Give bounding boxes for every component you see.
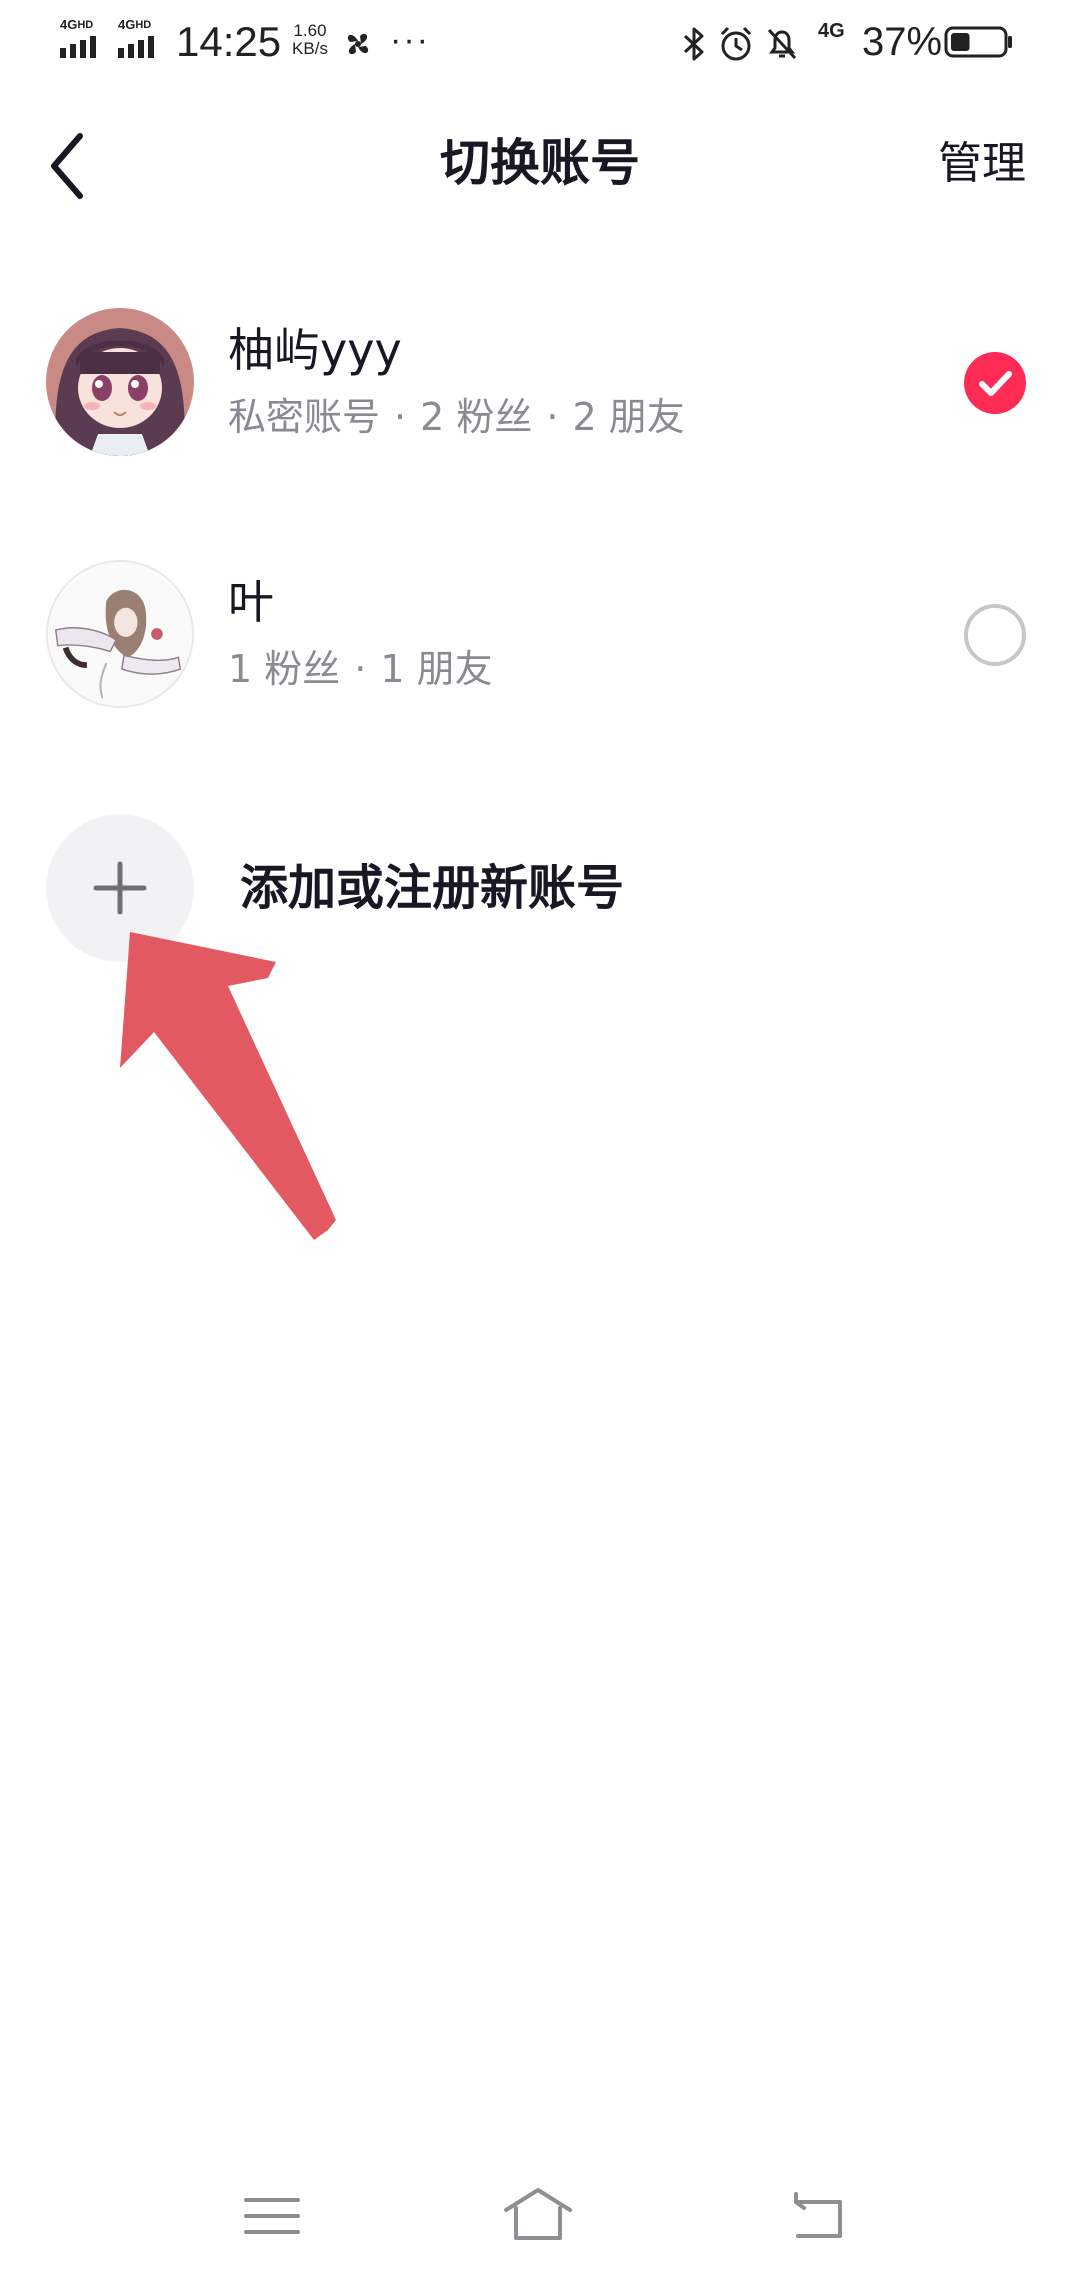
- signal-bars-icon: [60, 36, 96, 58]
- back-nav-icon[interactable]: [780, 2186, 852, 2246]
- avatar: [46, 560, 194, 708]
- account-stats: 1 粉丝 · 1 朋友: [228, 647, 493, 691]
- friends-count: 2 朋友: [572, 395, 685, 439]
- unselected-radio-icon[interactable]: [964, 604, 1026, 666]
- account-name: 柚屿yyy: [228, 323, 402, 377]
- signal-strength-sim2: 4GHD: [118, 18, 168, 60]
- followers-count: 2 粉丝: [420, 395, 533, 439]
- clock: 14:25: [176, 18, 282, 65]
- signal-strength-sim1: 4GHD: [60, 18, 110, 60]
- add-account-label: 添加或注册新账号: [240, 860, 625, 916]
- friends-count: 1 朋友: [380, 647, 493, 691]
- account-item-1[interactable]: 叶 1 粉丝 · 1 朋友: [0, 534, 1080, 734]
- alarm-icon: [720, 26, 752, 61]
- account-name: 叶: [228, 575, 274, 629]
- page-title: 切换账号: [440, 134, 640, 192]
- cellular-data-indicator: 4G: [818, 20, 845, 42]
- switch-account-screen: 4GHD 4GHD 14:25 1.60 KB/s ··· 4G 37% 切换账…: [0, 0, 1080, 2280]
- system-navigation-bar: [0, 2160, 1080, 2280]
- menu-icon[interactable]: [236, 2186, 308, 2246]
- status-bar: 4GHD 4GHD 14:25 1.60 KB/s ··· 4G 37%: [0, 0, 1080, 86]
- privacy-label: 私密账号: [228, 395, 381, 439]
- account-item-0[interactable]: 柚屿yyy 私密账号 · 2 粉丝 · 2 朋友: [0, 282, 1080, 482]
- selected-check-icon[interactable]: [964, 352, 1026, 414]
- bluetooth-icon: [683, 27, 704, 61]
- battery-icon: [944, 26, 1012, 58]
- home-icon[interactable]: [502, 2186, 574, 2246]
- account-stats: 私密账号 · 2 粉丝 · 2 朋友: [228, 395, 685, 439]
- followers-count: 1 粉丝: [228, 647, 341, 691]
- anime-girl-avatar-icon: [46, 308, 194, 456]
- sketch-character-avatar-icon: [48, 562, 192, 706]
- header-bar: 切换账号 管理: [0, 86, 1080, 236]
- network-speed: 1.60 KB/s: [292, 21, 328, 58]
- avatar: [46, 308, 194, 456]
- mute-bell-icon: [767, 28, 797, 60]
- manage-button[interactable]: 管理: [938, 134, 1026, 194]
- red-annotation-arrow-icon: [120, 932, 336, 1240]
- fan-icon: [347, 33, 369, 55]
- signal-bars-icon: [118, 36, 154, 58]
- battery-percent: 37%: [862, 20, 943, 64]
- more-notifications-icon: ···: [390, 21, 430, 59]
